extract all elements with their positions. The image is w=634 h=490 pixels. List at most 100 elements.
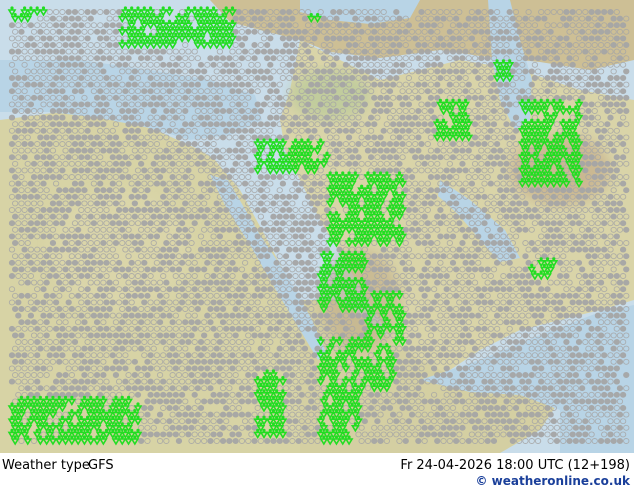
overcast-symbol <box>412 312 419 319</box>
overcast-symbol <box>229 365 236 372</box>
overcast-symbol <box>449 193 457 200</box>
overcast-symbol <box>405 312 413 319</box>
overcast-symbol <box>15 193 22 200</box>
overcast-symbol <box>604 28 611 35</box>
overcast-symbol <box>46 259 53 266</box>
overcast-symbol <box>478 424 485 431</box>
overcast-symbol <box>78 167 85 174</box>
overcast-symbol <box>267 48 274 55</box>
overcast-symbol <box>223 405 230 411</box>
overcast-symbol <box>509 187 516 194</box>
overcast-symbol <box>572 358 579 365</box>
overcast-symbol <box>78 378 85 385</box>
overcast-symbol <box>610 240 617 246</box>
overcast-symbol <box>153 127 161 134</box>
overcast-symbol <box>355 312 362 319</box>
overcast-symbol <box>182 292 189 299</box>
overcast-symbol <box>408 200 416 207</box>
overcast-symbol <box>134 378 142 385</box>
overcast-symbol <box>604 121 611 128</box>
overcast-symbol <box>613 233 620 240</box>
overcast-symbol <box>188 358 195 365</box>
overcast-symbol <box>349 9 356 15</box>
overcast-symbol <box>304 193 312 200</box>
overcast-symbol <box>585 279 592 286</box>
overcast-symbol <box>8 114 16 121</box>
overcast-symbol <box>40 312 47 319</box>
overcast-symbol <box>371 121 378 128</box>
overcast-symbol <box>465 15 472 22</box>
overcast-symbol <box>81 372 88 378</box>
overcast-symbol <box>270 81 277 88</box>
overcast-symbol <box>286 365 293 372</box>
overcast-symbol <box>437 233 444 240</box>
overcast-symbol <box>304 48 312 55</box>
overcast-symbol <box>30 174 38 180</box>
overcast-symbol <box>380 127 387 134</box>
overcast-symbol <box>27 312 35 319</box>
overcast-symbol <box>487 35 494 42</box>
overcast-symbol <box>317 233 324 240</box>
overcast-symbol <box>538 325 545 332</box>
overcast-symbol <box>579 28 586 35</box>
overcast-symbol <box>267 88 274 95</box>
overcast-symbol <box>553 42 561 48</box>
overcast-symbol <box>197 378 205 385</box>
overcast-symbol <box>163 279 170 286</box>
overcast-symbol <box>393 418 400 425</box>
overcast-symbol <box>475 167 482 174</box>
overcast-symbol <box>493 405 501 411</box>
overcast-symbol <box>497 306 504 312</box>
overcast-symbol <box>623 266 630 273</box>
overcast-symbol <box>84 325 91 332</box>
overcast-symbol <box>8 48 16 55</box>
overcast-symbol <box>109 141 116 147</box>
overcast-symbol <box>194 94 202 101</box>
overcast-symbol <box>279 9 287 15</box>
overcast-symbol <box>462 22 469 29</box>
overcast-symbol <box>380 35 387 42</box>
overcast-symbol <box>279 101 287 108</box>
overcast-symbol <box>588 233 595 240</box>
overcast-symbol <box>232 266 239 273</box>
overcast-symbol <box>200 121 208 128</box>
overcast-symbol <box>30 94 38 101</box>
overcast-symbol <box>34 352 41 359</box>
overcast-symbol <box>248 114 255 121</box>
overcast-symbol <box>607 431 614 438</box>
overcast-symbol <box>619 286 627 293</box>
overcast-symbol <box>487 405 494 411</box>
overcast-symbol <box>93 94 101 101</box>
overcast-symbol <box>541 385 548 392</box>
overcast-symbol <box>389 279 397 286</box>
overcast-symbol <box>383 398 390 405</box>
overcast-symbol <box>273 352 280 359</box>
overcast-symbol <box>519 325 526 332</box>
overcast-symbol <box>418 286 425 293</box>
overcast-symbol <box>519 286 526 293</box>
overcast-symbol <box>597 28 605 35</box>
overcast-symbol <box>260 9 268 15</box>
overcast-symbol <box>103 9 110 15</box>
overcast-symbol <box>254 101 261 108</box>
overcast-symbol <box>471 94 479 101</box>
overcast-symbol <box>430 22 438 29</box>
overcast-symbol <box>386 88 394 95</box>
overcast-symbol <box>37 134 44 141</box>
overcast-symbol <box>97 273 104 279</box>
overcast-symbol <box>563 193 570 200</box>
overcast-symbol <box>424 352 431 359</box>
overcast-symbol <box>71 180 79 187</box>
overcast-symbol <box>317 101 324 108</box>
overcast-symbol <box>46 352 53 359</box>
overcast-symbol <box>330 35 337 42</box>
overcast-symbol <box>18 226 25 233</box>
overcast-symbol <box>434 15 441 22</box>
overcast-symbol <box>601 127 608 134</box>
overcast-symbol <box>84 259 91 266</box>
overcast-symbol <box>582 101 589 108</box>
overcast-symbol <box>304 405 312 411</box>
overcast-symbol <box>185 154 192 161</box>
overcast-symbol <box>226 81 233 88</box>
overcast-symbol <box>232 306 239 312</box>
